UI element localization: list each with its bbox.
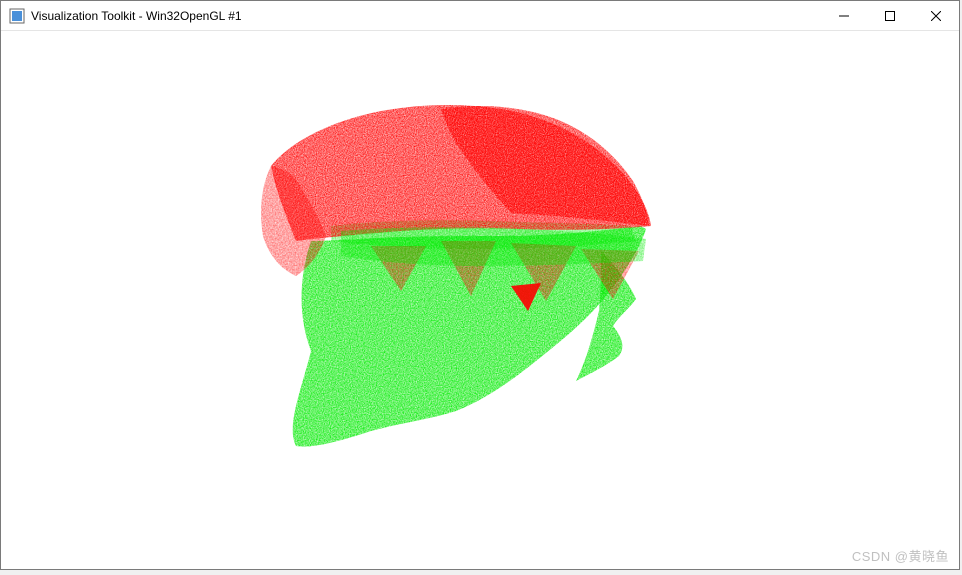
titlebar[interactable]: Visualization Toolkit - Win32OpenGL #1 bbox=[1, 1, 959, 31]
pointcloud-render bbox=[1, 31, 959, 569]
window-title: Visualization Toolkit - Win32OpenGL #1 bbox=[31, 9, 242, 23]
application-window: Visualization Toolkit - Win32OpenGL #1 bbox=[0, 0, 960, 570]
titlebar-left: Visualization Toolkit - Win32OpenGL #1 bbox=[1, 8, 242, 24]
close-button[interactable] bbox=[913, 1, 959, 30]
window-controls bbox=[821, 1, 959, 30]
watermark-author: @黄晓鱼 bbox=[895, 549, 949, 564]
maximize-button[interactable] bbox=[867, 1, 913, 30]
vtk-app-icon bbox=[9, 8, 25, 24]
minimize-button[interactable] bbox=[821, 1, 867, 30]
opengl-viewport[interactable]: CSDN @黄晓鱼 bbox=[1, 31, 959, 569]
close-icon bbox=[931, 11, 941, 21]
minimize-icon bbox=[839, 11, 849, 21]
maximize-icon bbox=[885, 11, 895, 21]
watermark: CSDN @黄晓鱼 bbox=[852, 546, 949, 565]
watermark-prefix: CSDN bbox=[852, 549, 891, 564]
